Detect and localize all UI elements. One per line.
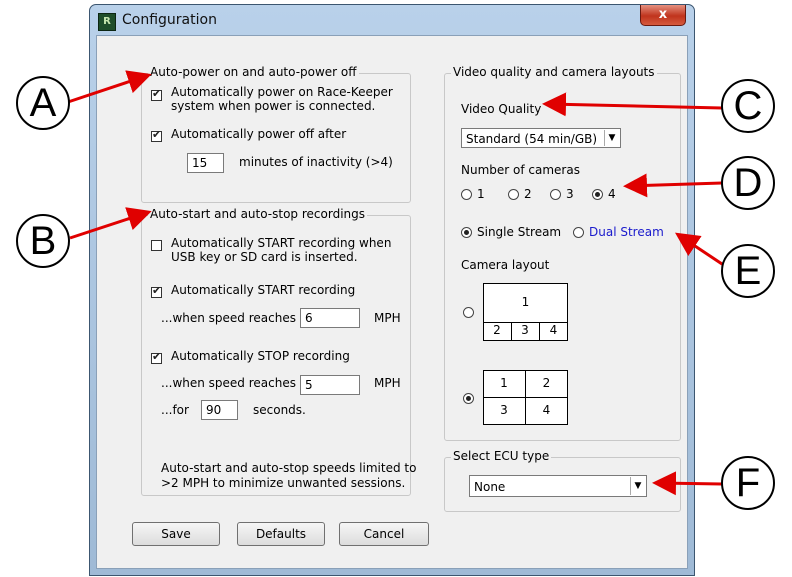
camera-count-radio-2[interactable]	[508, 189, 519, 200]
start-speed-label: Automatically START recording	[171, 283, 356, 297]
ecu-group: Select ECU type None ▼	[444, 449, 681, 512]
camera-count-label-4: 4	[608, 187, 616, 201]
layout2-cell-4: 4	[542, 403, 551, 417]
power-on-label-line2: system when power is connected.	[171, 99, 376, 113]
single-stream-label: Single Stream	[477, 225, 562, 239]
defaults-button[interactable]: Defaults	[237, 522, 325, 546]
start-speed-unit: MPH	[374, 311, 401, 325]
callout-e: E	[721, 244, 775, 298]
callout-a: A	[16, 76, 70, 130]
close-button[interactable]: x	[640, 5, 686, 26]
power-off-label: Automatically power off after	[171, 127, 347, 141]
layout2-cell-3: 3	[483, 397, 526, 425]
start-speed-input[interactable]: 6	[300, 308, 360, 328]
dialog-client-area: Auto-power on and auto-power off Automat…	[96, 35, 688, 569]
video-quality-label: Video Quality	[461, 102, 542, 116]
start-usb-label-line1: Automatically START recording when	[171, 236, 392, 250]
title-bar[interactable]: R Configuration x	[90, 5, 694, 35]
auto-power-group-title: Auto-power on and auto-power off	[148, 65, 359, 79]
power-on-checkbox[interactable]	[151, 87, 162, 101]
speed-note-line1: Auto-start and auto-stop speeds limited …	[161, 461, 417, 475]
callout-f: F	[721, 456, 775, 510]
layout1-cell-3: 3	[511, 322, 540, 341]
camera-count-label-3: 3	[566, 187, 574, 201]
single-stream-radio[interactable]	[461, 227, 472, 238]
stop-speed-input[interactable]: 5	[300, 375, 360, 395]
layout-option-2-radio[interactable]	[463, 393, 474, 404]
stop-speed-unit: MPH	[374, 376, 401, 390]
power-on-label-line1: Automatically power on Race-Keeper	[171, 85, 393, 99]
layout1-cell-4: 4	[549, 323, 558, 337]
ecu-group-title: Select ECU type	[451, 449, 552, 463]
layout2-cell-2: 2	[525, 370, 568, 398]
configuration-window: R Configuration x Auto-power on and auto…	[89, 4, 695, 576]
dual-stream-radio[interactable]	[573, 227, 584, 238]
layout1-main-cell: 1	[483, 283, 568, 323]
layout-option-1-radio[interactable]	[463, 307, 474, 318]
callout-d: D	[721, 156, 775, 210]
camera-count-label-2: 2	[524, 187, 532, 201]
ecu-type-select[interactable]: None ▼	[469, 475, 647, 497]
video-quality-select[interactable]: Standard (54 min/GB) ▼	[461, 128, 621, 148]
stop-label: Automatically STOP recording	[171, 349, 350, 363]
stop-speed-prefix: ...when speed reaches	[161, 376, 296, 390]
seconds-unit: seconds.	[253, 403, 306, 417]
start-speed-checkbox[interactable]	[151, 284, 162, 298]
for-prefix: ...for	[161, 403, 189, 417]
speed-note-line2: >2 MPH to minimize unwanted sessions.	[161, 476, 406, 490]
camera-count-label-1: 1	[477, 187, 485, 201]
minutes-suffix-label: minutes of inactivity (>4)	[239, 155, 393, 169]
camera-count-radio-4[interactable]	[592, 189, 603, 200]
minutes-input[interactable]: 15	[187, 153, 224, 173]
layout2-cell-1: 1	[483, 370, 526, 398]
chevron-down-icon[interactable]: ▼	[630, 477, 645, 495]
cameras-label: Number of cameras	[461, 163, 580, 177]
layout-option-2-preview[interactable]: 1 2 3 4	[483, 370, 568, 425]
auto-power-group: Auto-power on and auto-power off Automat…	[141, 65, 411, 203]
camera-count-radio-1[interactable]	[461, 189, 472, 200]
auto-record-group: Auto-start and auto-stop recordings Auto…	[141, 207, 416, 496]
seconds-input[interactable]: 90	[201, 400, 238, 420]
window-title: Configuration	[122, 12, 217, 28]
video-group: Video quality and camera layouts Video Q…	[444, 65, 681, 441]
video-group-title: Video quality and camera layouts	[451, 65, 657, 79]
start-usb-checkbox[interactable]	[151, 240, 162, 251]
start-speed-prefix: ...when speed reaches	[161, 311, 296, 325]
chevron-down-icon[interactable]: ▼	[604, 130, 619, 146]
power-off-checkbox[interactable]	[151, 128, 162, 142]
layout1-cell-2: 2	[483, 322, 512, 341]
dual-stream-label: Dual Stream	[589, 225, 664, 239]
app-icon: R	[98, 13, 116, 31]
ecu-type-value: None	[474, 480, 506, 494]
callout-c: C	[721, 79, 775, 133]
start-usb-label-line2: USB key or SD card is inserted.	[171, 250, 358, 264]
camera-layout-label: Camera layout	[461, 258, 550, 272]
callout-b: B	[16, 214, 70, 268]
stop-checkbox[interactable]	[151, 350, 162, 364]
camera-count-radio-3[interactable]	[550, 189, 561, 200]
save-button[interactable]: Save	[132, 522, 220, 546]
layout-option-1-preview[interactable]: 1 2 3 4	[483, 283, 568, 341]
video-quality-value: Standard (54 min/GB)	[466, 132, 598, 146]
auto-record-group-title: Auto-start and auto-stop recordings	[148, 207, 367, 221]
cancel-button[interactable]: Cancel	[339, 522, 429, 546]
